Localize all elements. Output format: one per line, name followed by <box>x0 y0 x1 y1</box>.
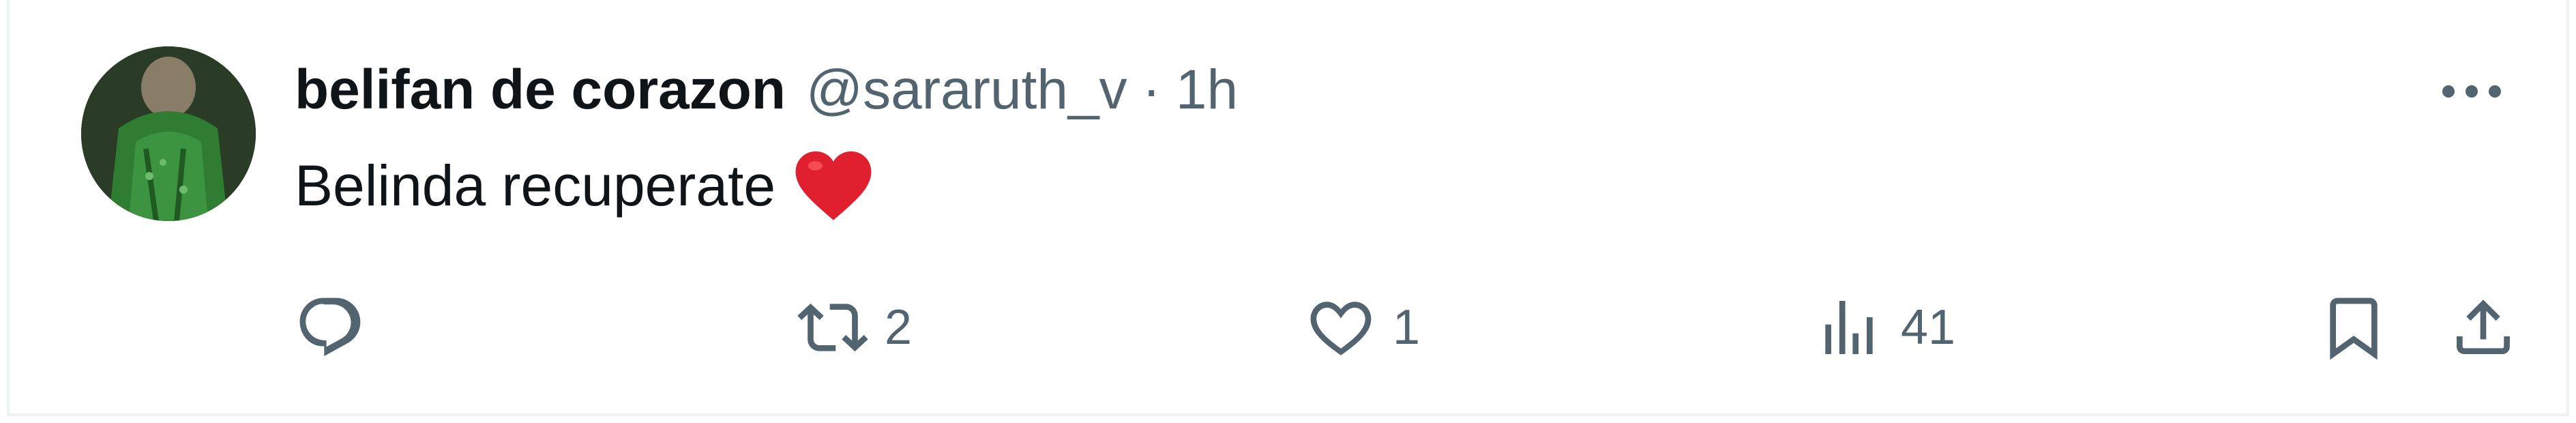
views-chart-icon <box>1825 301 1873 354</box>
tweet-header: belifan de corazon @sararuth_v · 1h <box>295 56 1238 124</box>
tweet-text: Belinda recuperate <box>295 145 874 227</box>
like-count: 1 <box>1393 300 1421 355</box>
retweet-count: 2 <box>885 300 913 355</box>
heart-outline-icon <box>1310 302 1372 355</box>
tweet-card[interactable]: belifan de corazon @sararuth_v · 1h Beli… <box>7 0 2569 416</box>
share-button[interactable] <box>2448 287 2519 368</box>
bookmark-icon <box>2330 297 2378 360</box>
red-heart-emoji-icon <box>793 149 874 222</box>
reply-button[interactable] <box>295 287 382 368</box>
tweet-actions-bar: 2 1 41 <box>10 287 2566 368</box>
views-button[interactable]: 41 <box>1813 287 1955 368</box>
tweet-text-content: Belinda recuperate <box>295 153 776 218</box>
views-count: 41 <box>1901 300 1956 355</box>
separator-dot: · <box>1142 59 1161 121</box>
timestamp[interactable]: 1h <box>1176 58 1238 122</box>
more-icon <box>2442 85 2501 98</box>
reply-icon <box>299 297 361 357</box>
more-options-button[interactable] <box>2431 57 2513 126</box>
display-name[interactable]: belifan de corazon <box>295 58 786 122</box>
bookmark-button[interactable] <box>2318 287 2389 368</box>
user-handle[interactable]: @sararuth_v <box>806 58 1127 122</box>
like-button[interactable]: 1 <box>1305 287 1420 368</box>
share-icon <box>2457 300 2510 354</box>
avatar[interactable] <box>81 46 256 221</box>
retweet-icon <box>797 303 868 352</box>
avatar-image <box>81 46 256 221</box>
retweet-button[interactable]: 2 <box>797 287 912 368</box>
